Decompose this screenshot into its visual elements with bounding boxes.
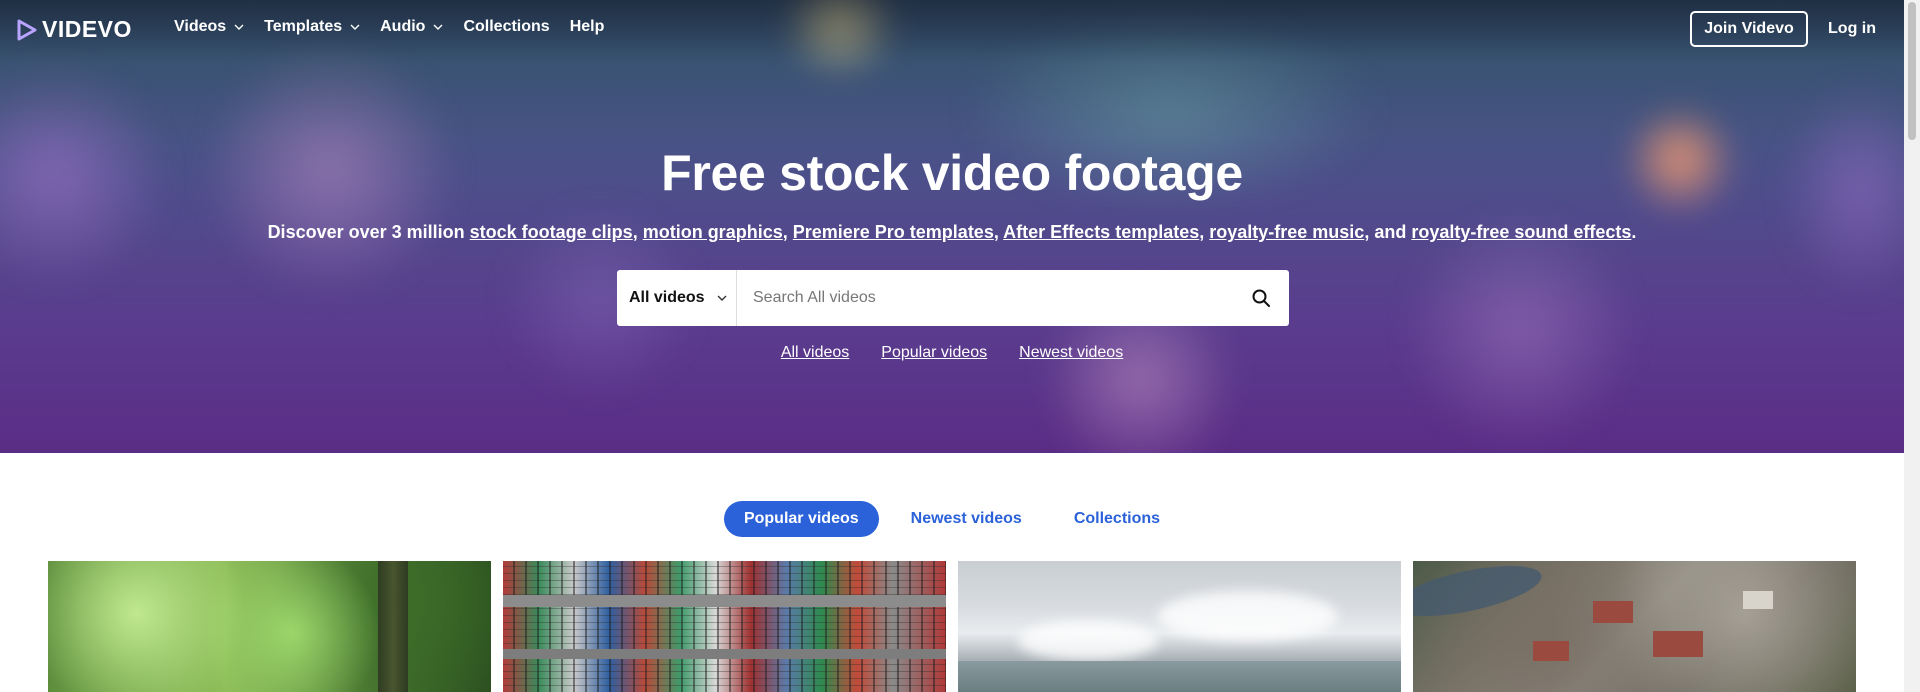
- join-button[interactable]: Join Videvo: [1690, 11, 1809, 47]
- link-premiere-pro[interactable]: Premiere Pro templates: [793, 222, 994, 242]
- video-thumbnail[interactable]: [1413, 561, 1856, 692]
- nav-item-videos[interactable]: Videos: [174, 18, 244, 36]
- content-tabs: Popular videos Newest videos Collections: [0, 501, 1904, 537]
- video-grid: [48, 561, 1858, 692]
- search-input[interactable]: [737, 270, 1233, 326]
- link-stock-footage[interactable]: stock footage clips: [470, 222, 633, 242]
- link-sound-effects[interactable]: royalty-free sound effects: [1411, 222, 1631, 242]
- nav-item-collections[interactable]: Collections: [463, 18, 549, 36]
- hero-subtitle: Discover over 3 million stock footage cl…: [267, 222, 1637, 242]
- tab-popular-videos[interactable]: Popular videos: [723, 501, 879, 537]
- chevron-down-icon: [433, 24, 443, 30]
- account-actions: Join Videvo Log in: [1690, 11, 1904, 47]
- nav-item-label: Collections: [463, 18, 550, 35]
- page-scrollbar[interactable]: [1904, 0, 1920, 692]
- link-after-effects[interactable]: After Effects templates: [1003, 222, 1199, 242]
- quick-links: All videos Popular videos Newest videos: [0, 344, 1904, 362]
- nav-item-templates[interactable]: Templates: [264, 18, 360, 36]
- chevron-down-icon: [717, 295, 727, 301]
- video-thumbnail[interactable]: [503, 561, 946, 692]
- quick-link-newest-videos[interactable]: Newest videos: [1019, 344, 1123, 362]
- main-menu: Videos Templates Audio Collections Help: [174, 18, 624, 36]
- video-thumbnail[interactable]: [958, 561, 1401, 692]
- link-royalty-free-music[interactable]: royalty-free music: [1209, 222, 1364, 242]
- search-icon: [1252, 289, 1270, 307]
- chevron-down-icon: [350, 24, 360, 30]
- search-bar: All videos: [617, 270, 1289, 326]
- login-link[interactable]: Log in: [1828, 20, 1876, 38]
- search-category-select[interactable]: All videos: [617, 270, 737, 326]
- search-category-value: All videos: [629, 289, 705, 306]
- search-button[interactable]: [1233, 270, 1289, 326]
- tab-newest-videos[interactable]: Newest videos: [891, 501, 1042, 537]
- video-thumbnail[interactable]: [48, 561, 491, 692]
- brand-name: VIDEVO: [42, 16, 132, 42]
- tab-collections[interactable]: Collections: [1054, 501, 1180, 537]
- page-title: Free stock video footage: [661, 145, 1243, 201]
- brand-logo[interactable]: VIDEVO: [16, 16, 132, 43]
- quick-link-popular-videos[interactable]: Popular videos: [881, 344, 987, 362]
- nav-item-label: Videos: [174, 18, 227, 35]
- chevron-down-icon: [234, 24, 244, 30]
- nav-item-label: Audio: [380, 18, 426, 35]
- top-nav: VIDEVO Videos Templates Audio Collection…: [0, 0, 1904, 58]
- link-motion-graphics[interactable]: motion graphics: [643, 222, 783, 242]
- nav-item-help[interactable]: Help: [570, 18, 605, 36]
- nav-item-label: Templates: [264, 18, 343, 35]
- quick-link-all-videos[interactable]: All videos: [781, 344, 849, 362]
- scrollbar-thumb[interactable]: [1908, 2, 1916, 140]
- nav-item-label: Help: [569, 18, 605, 35]
- videvo-play-icon: [17, 19, 37, 40]
- nav-item-audio[interactable]: Audio: [380, 18, 443, 36]
